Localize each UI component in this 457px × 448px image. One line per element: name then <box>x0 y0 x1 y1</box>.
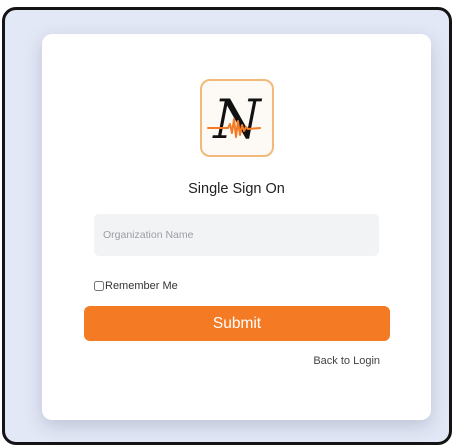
remember-me-checkbox[interactable] <box>94 281 104 291</box>
remember-me-label: Remember Me <box>105 280 178 292</box>
logo-letter: N <box>211 88 262 151</box>
remember-me-option[interactable]: Remember Me <box>94 279 178 293</box>
back-to-login-link[interactable]: Back to Login <box>300 355 380 367</box>
page-title: Single Sign On <box>188 181 285 197</box>
sso-card: N Single Sign On Remember Me Submit Back… <box>42 34 431 420</box>
submit-button[interactable]: Submit <box>84 306 390 341</box>
app-logo: N <box>200 79 274 157</box>
n-waveform-logo-icon: N <box>207 88 262 151</box>
organization-name-input[interactable] <box>94 214 379 256</box>
window-frame: N Single Sign On Remember Me Submit Back… <box>2 7 452 445</box>
